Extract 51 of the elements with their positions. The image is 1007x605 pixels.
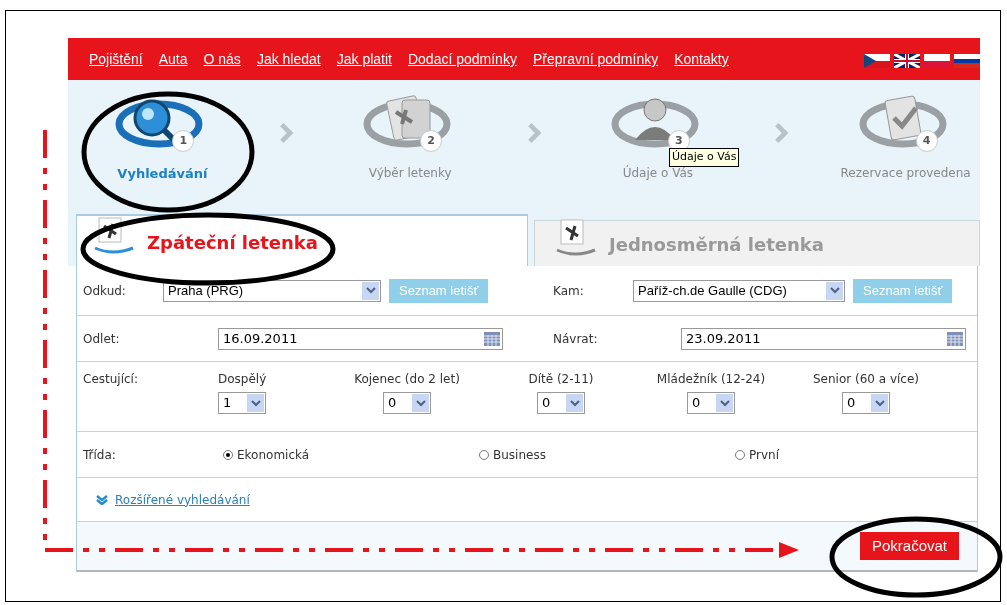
field-label: Cestující:: [83, 371, 139, 388]
count-select[interactable]: 1: [218, 392, 266, 414]
field-label: Odkud:: [83, 283, 126, 298]
flag-icon[interactable]: [954, 54, 980, 68]
calendar-icon[interactable]: [484, 331, 500, 346]
step-number-badge: 1: [172, 130, 195, 152]
count-select[interactable]: 0: [537, 392, 585, 414]
count-select[interactable]: 0: [842, 392, 890, 414]
class-radio[interactable]: Ekonomická: [223, 445, 479, 464]
chevron-icon: [278, 122, 294, 144]
nav-link[interactable]: Jak hledat: [256, 49, 321, 70]
step-number-badge: 2: [420, 130, 443, 152]
double-chevron-down-icon[interactable]: [95, 494, 109, 505]
step-label[interactable]: Výběr letenky: [368, 164, 452, 182]
step-label[interactable]: Vyhledávání: [117, 164, 208, 184]
passenger-type-label: Mládežník (12-24): [656, 371, 766, 388]
count-select[interactable]: 0: [687, 392, 735, 414]
step-label[interactable]: Údaje o Vás: [622, 164, 694, 182]
date-field[interactable]: 16.09.2011: [218, 327, 503, 350]
class-radio[interactable]: První: [735, 445, 779, 464]
field-label: Návrat:: [553, 330, 599, 348]
step-label[interactable]: Rezervace provedena: [840, 164, 971, 182]
nav-link[interactable]: O nás: [203, 49, 241, 70]
chevron-icon: [526, 122, 542, 144]
date-field[interactable]: 23.09.2011: [681, 327, 966, 350]
advanced-search-link[interactable]: Rozšířené vyhledávání: [115, 490, 250, 509]
field-label: Odlet:: [83, 330, 121, 348]
tab[interactable]: Jednosměrná letenka: [534, 220, 980, 266]
passenger-type-label: Kojenec (do 2 let): [354, 371, 460, 388]
airport-select[interactable]: Praha (PRG): [163, 279, 381, 302]
passenger-type-label: Senior (60 a více): [812, 371, 920, 388]
chevron-icon: [774, 122, 790, 144]
nav-link[interactable]: Přepravní podmínky: [532, 49, 659, 70]
field-label: Kam:: [553, 283, 584, 298]
nav-link[interactable]: Pojištění: [89, 49, 143, 70]
count-select[interactable]: 0: [383, 392, 431, 414]
class-radio[interactable]: Business: [479, 445, 735, 464]
passenger-type-label: Dítě (2-11): [528, 371, 594, 388]
nav-link[interactable]: Jak platit: [336, 49, 392, 70]
nav-link[interactable]: Kontakty: [674, 49, 729, 70]
flag-icon[interactable]: [864, 54, 890, 68]
tooltip: Údaje o Vás: [669, 148, 740, 167]
nav-link[interactable]: Dodací podmínky: [407, 49, 517, 70]
field-label: Třída:: [83, 446, 117, 464]
passenger-type-label: Dospělý: [218, 371, 268, 388]
flag-icon[interactable]: [894, 54, 920, 68]
continue-button[interactable]: Pokračovat: [859, 532, 959, 560]
nav-link[interactable]: Auta: [158, 49, 188, 70]
airport-select[interactable]: Paříž-ch.de Gaulle (CDG): [633, 279, 845, 302]
tab[interactable]: Zpáteční letenka: [76, 214, 528, 266]
calendar-icon[interactable]: [947, 331, 963, 346]
